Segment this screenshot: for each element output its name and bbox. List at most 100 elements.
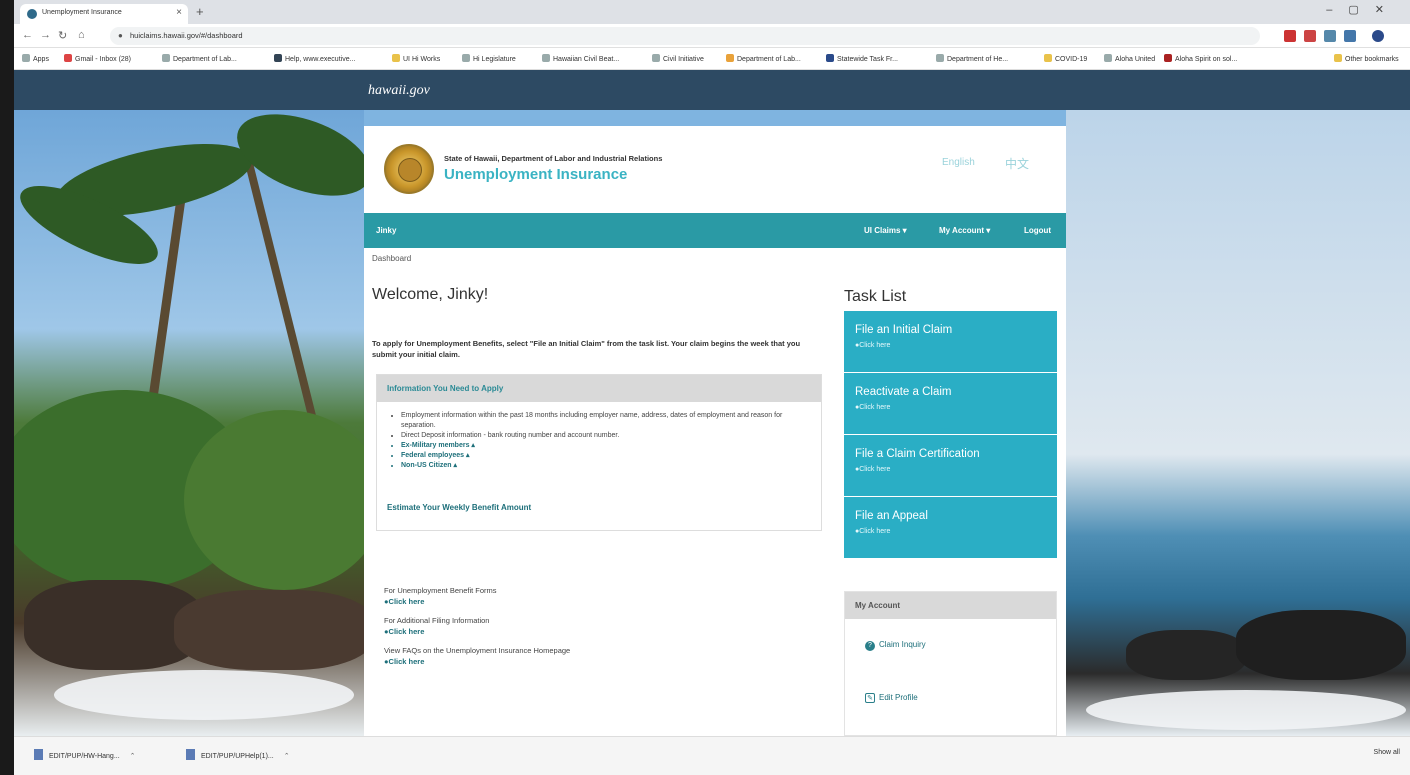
info-list: Employment information within the past 1…	[377, 402, 821, 471]
close-tab-icon[interactable]: ×	[176, 7, 182, 18]
bookmark-item[interactable]: Hawaiian Civil Beat...	[542, 54, 619, 63]
bookmark-item[interactable]: Department of Lab...	[726, 54, 801, 63]
nav-username: Jinky	[376, 226, 397, 235]
info-item: Direct Deposit information - bank routin…	[401, 431, 809, 441]
forward-icon[interactable]: →	[40, 29, 51, 41]
chevron-up-icon[interactable]: ⌃	[130, 753, 136, 760]
bookmarks-bar: Apps Gmail - Inbox (28) Department of La…	[14, 48, 1410, 70]
filing-info-link[interactable]: Click here	[384, 627, 570, 636]
extension-icon[interactable]	[1324, 30, 1336, 42]
info-panel: Information You Need to Apply Employment…	[376, 374, 822, 531]
download-bar: EDIT/PUP/HW-Hang... ⌃ EDIT/PUP/UPHelp(1).…	[14, 736, 1410, 775]
address-bar-row: ← → ↻ ⌂ ● huiclaims.hawaii.gov/#/dashboa…	[14, 24, 1410, 48]
bookmark-icon	[936, 54, 944, 62]
download-item[interactable]: EDIT/PUP/UPHelp(1)... ⌃	[186, 749, 290, 760]
extension-icon[interactable]	[1344, 30, 1356, 42]
task-label: File a Claim Certification	[855, 448, 980, 460]
browser-tab[interactable]: Unemployment Insurance ×	[20, 4, 188, 24]
estimate-benefit-link[interactable]: Estimate Your Weekly Benefit Amount	[387, 503, 531, 512]
bookmark-item[interactable]: Aloha Spirit on sol...	[1164, 54, 1237, 63]
federal-employees-toggle[interactable]: Federal employees ▴	[401, 451, 809, 461]
my-account-panel: My Account ? Claim Inquiry ✎ Edit Profile	[844, 591, 1057, 736]
task-click-here[interactable]: Click here	[855, 466, 1057, 473]
my-account-heading: My Account	[845, 592, 1056, 619]
back-icon[interactable]: ←	[22, 29, 33, 41]
task-file-appeal[interactable]: File an Appeal Click here	[844, 497, 1057, 559]
lock-icon: ●	[118, 31, 123, 40]
task-click-here[interactable]: Click here	[855, 528, 1057, 535]
welcome-heading: Welcome, Jinky!	[372, 286, 489, 303]
bookmark-item[interactable]: Gmail - Inbox (28)	[64, 54, 131, 63]
extension-icon[interactable]	[1284, 30, 1296, 42]
ocean-background-right	[1066, 110, 1410, 736]
bookmark-item[interactable]: UI Hi Works	[392, 54, 440, 63]
file-icon	[186, 749, 195, 760]
info-heading: Information You Need to Apply	[377, 375, 821, 402]
hawaii-gov-logo[interactable]: hawaii.gov	[368, 83, 430, 99]
ui-claims-menu[interactable]: UI Claims ▾	[864, 226, 907, 235]
window-controls[interactable]: –▢✕	[1326, 3, 1400, 16]
benefit-forms-link[interactable]: Click here	[384, 597, 570, 606]
language-chinese-link[interactable]: 中文	[1005, 155, 1029, 172]
home-icon[interactable]: ⌂	[78, 29, 85, 41]
breadcrumb[interactable]: Dashboard	[372, 254, 411, 263]
task-claim-certification[interactable]: File a Claim Certification Click here	[844, 435, 1057, 497]
new-tab-icon[interactable]: +	[196, 4, 204, 19]
bookmark-item[interactable]: Department of He...	[936, 54, 1008, 63]
main-card: State of Hawaii, Department of Labor and…	[364, 126, 1066, 736]
my-account-menu[interactable]: My Account ▾	[939, 226, 990, 235]
resource-label: For Unemployment Benefit Forms	[384, 586, 497, 595]
bookmark-icon	[462, 54, 470, 62]
site-title: Unemployment Insurance	[444, 166, 628, 183]
show-all-button[interactable]: Show all	[1374, 749, 1400, 756]
apps-icon	[22, 54, 30, 62]
resource-label: View FAQs on the Unemployment Insurance …	[384, 646, 571, 655]
bookmark-item[interactable]: Help, www.executive...	[274, 54, 355, 63]
bookmark-item[interactable]: Department of Lab...	[162, 54, 237, 63]
bookmark-icon	[826, 54, 834, 62]
bookmark-item[interactable]: Other bookmarks	[1334, 54, 1399, 63]
favicon-icon	[27, 9, 37, 19]
task-label: Reactivate a Claim	[855, 386, 952, 398]
language-english-link[interactable]: English	[942, 157, 975, 168]
palm-fronds	[226, 98, 382, 212]
bookmark-icon	[542, 54, 550, 62]
task-reactivate-claim[interactable]: Reactivate a Claim Click here	[844, 373, 1057, 435]
bookmark-item[interactable]: Civil Initiative	[652, 54, 704, 63]
task-label: File an Initial Claim	[855, 324, 953, 336]
bookmark-item[interactable]: Statewide Task Fr...	[826, 54, 898, 63]
main-nav: Jinky UI Claims ▾ My Account ▾ Logout	[364, 213, 1066, 248]
claim-inquiry-link[interactable]: ? Claim Inquiry	[865, 640, 926, 651]
folder-icon	[1044, 54, 1052, 62]
file-icon	[34, 749, 43, 760]
task-file-initial-claim[interactable]: File an Initial Claim Click here	[844, 311, 1057, 373]
intro-text: To apply for Unemployment Benefits, sele…	[372, 339, 801, 359]
edit-profile-link[interactable]: ✎ Edit Profile	[865, 693, 918, 703]
resource-links: For Unemployment Benefit Forms Click her…	[384, 586, 570, 676]
task-click-here[interactable]: Click here	[855, 342, 1057, 349]
ex-military-toggle[interactable]: Ex-Military members ▴	[401, 441, 809, 451]
task-click-here[interactable]: Click here	[855, 404, 1057, 411]
edit-icon: ✎	[865, 693, 875, 703]
bookmark-item[interactable]: COVID-19	[1044, 54, 1087, 63]
bookmark-icon	[162, 54, 170, 62]
url-text: huiclaims.hawaii.gov/#/dashboard	[130, 31, 243, 40]
info-item: Employment information within the past 1…	[401, 411, 809, 431]
faq-link[interactable]: Click here	[384, 657, 570, 666]
logout-link[interactable]: Logout	[1024, 226, 1051, 235]
download-item[interactable]: EDIT/PUP/HW-Hang... ⌃	[34, 749, 136, 760]
folder-icon	[392, 54, 400, 62]
bookmark-item[interactable]: Apps	[22, 54, 49, 63]
bookmark-item[interactable]: Aloha United	[1104, 54, 1155, 63]
profile-avatar[interactable]	[1372, 30, 1384, 42]
extension-icon[interactable]	[1304, 30, 1316, 42]
bookmark-item[interactable]: Hi Legislature	[462, 54, 516, 63]
url-input[interactable]: ● huiclaims.hawaii.gov/#/dashboard	[110, 27, 1260, 45]
task-list-heading: Task List	[844, 288, 907, 305]
rock	[1236, 610, 1406, 680]
reload-icon[interactable]: ↻	[58, 29, 67, 42]
task-list: File an Initial Claim Click here Reactiv…	[844, 311, 1057, 562]
non-us-citizen-toggle[interactable]: Non-US Citizen ▴	[401, 461, 809, 471]
rock	[1126, 630, 1246, 680]
chevron-up-icon[interactable]: ⌃	[284, 753, 290, 760]
